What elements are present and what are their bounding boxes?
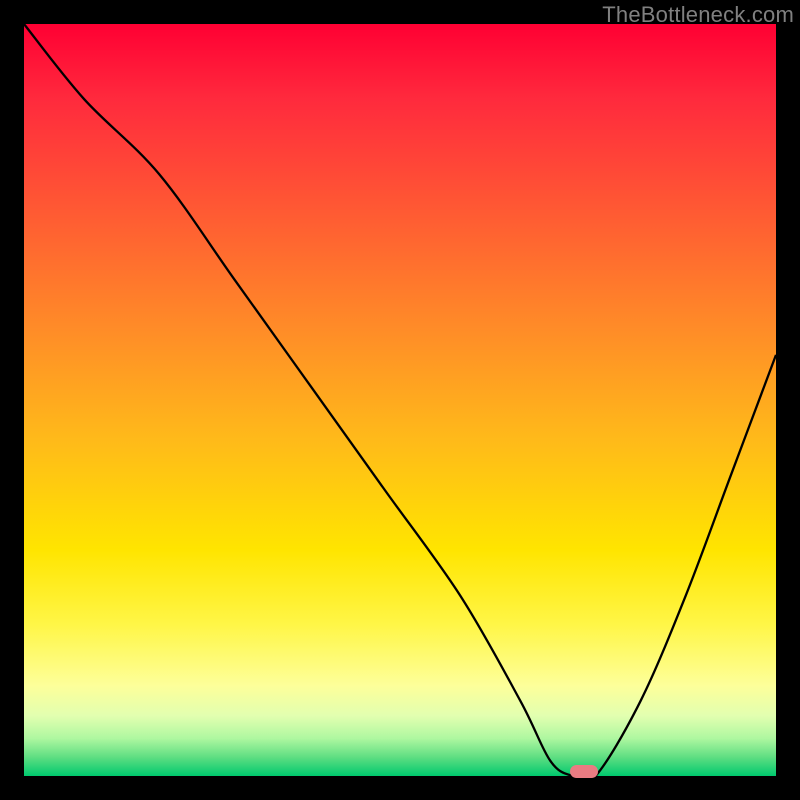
bottleneck-chart: TheBottleneck.com <box>0 0 800 800</box>
bottleneck-curve <box>24 24 776 782</box>
optimal-marker <box>570 765 598 778</box>
curve-layer <box>24 24 776 776</box>
plot-area <box>24 24 776 776</box>
